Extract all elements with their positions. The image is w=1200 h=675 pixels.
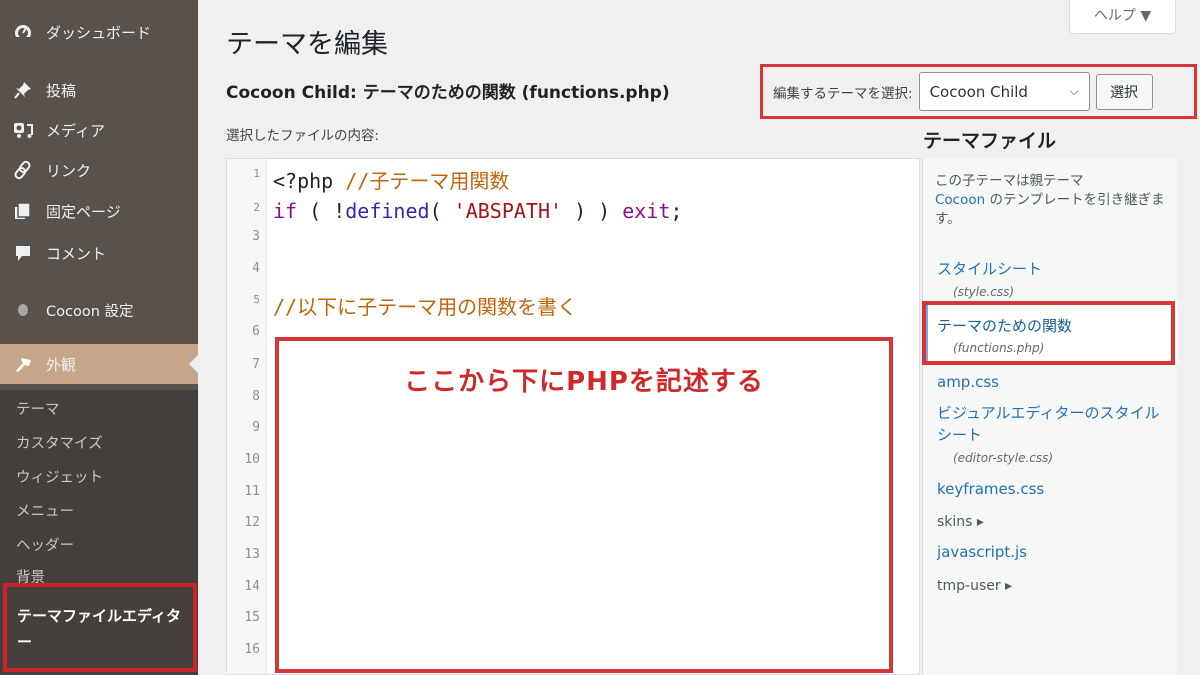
submenu-item-label: テーマファイルエディター [17,607,181,651]
submenu-item-menus[interactable]: メニュー [16,500,74,521]
file-link-javascript-js[interactable]: javascript.js [937,543,1027,561]
code-punct: ) ) [562,199,623,223]
line-number: 13 [244,547,260,562]
line-number: 10 [244,452,260,467]
theme-select-form: 編集するテーマを選択: Cocoon Child ⌵ 選択 [760,64,1197,119]
theme-files-title: テーマファイル [923,130,1057,152]
annotation-text: ここから下にPHPを記述する [404,367,764,397]
line-number: 3 [252,229,260,244]
sidebar-item-label: メディア [46,121,105,140]
theme-select-label: 編集するテーマを選択: [773,85,913,102]
file-heading: Cocoon Child: テーマのための関数 (functions.php) [226,83,670,103]
file-name-label: (style.css) [953,285,1015,299]
comment-icon [12,242,34,264]
current-file-highlight-box [922,301,1175,365]
media-icon [12,119,34,141]
sidebar-item-cocoon-settings[interactable]: Cocoon 設定 [0,292,198,328]
submenu-item-header[interactable]: ヘッダー [16,534,74,555]
line-number-gutter: 1 2 3 4 5 6 7 8 9 10 11 12 13 14 15 16 [227,159,267,674]
line-number: 15 [244,610,260,625]
sidebar-item-posts[interactable]: 投稿 [0,72,198,108]
active-indicator-arrow [189,355,198,373]
select-theme-button-label: 選択 [1110,84,1139,101]
submenu-item-widgets[interactable]: ウィジェット [16,466,103,487]
line-number: 1 [253,167,260,180]
sidebar-item-dashboard[interactable]: ダッシュボード [0,14,198,50]
sidebar-item-label: 投稿 [46,81,77,100]
file-link-editor-style-css[interactable]: ビジュアルエディターのスタイルシート [937,402,1173,446]
line-number: 7 [252,357,260,372]
code-punct: ( [429,199,454,223]
sidebar-item-label: 外観 [46,355,77,374]
line-number: 4 [252,261,260,276]
dashboard-icon [12,21,34,43]
chevron-down-icon: ⌵ [1069,84,1079,98]
sidebar-item-label: 固定ページ [46,202,121,221]
help-button-label: ヘルプ ▼ [1093,8,1152,24]
submenu-item-theme-file-editor[interactable]: テーマファイルエディター [3,583,197,672]
theme-select-dropdown[interactable]: Cocoon Child ⌵ [918,72,1090,111]
select-theme-button[interactable]: 選択 [1095,73,1153,110]
code-comment: //子テーマ用関数 [345,169,510,193]
pin-icon [12,79,34,101]
theme-select-value: Cocoon Child [929,82,1028,101]
code-line-5: //以下に子テーマ用の関数を書く [273,291,577,320]
sidebar-item-links[interactable]: リンク [0,152,198,188]
code-keyword: if [273,199,298,223]
file-name-label: (editor-style.css) [953,451,1054,465]
sidebar-item-label: コメント [46,244,107,263]
submenu-item-themes[interactable]: テーマ [16,398,60,419]
cocoon-icon [12,299,34,321]
line-number: 5 [253,293,260,306]
line-number: 11 [244,484,260,499]
link-icon [12,159,34,181]
line-number: 6 [252,324,260,339]
sidebar-item-media[interactable]: メディア [0,112,198,148]
code-keyword: exit [622,199,671,223]
code-line-1: <?php //子テーマ用関数 [273,165,509,194]
help-button[interactable]: ヘルプ ▼ [1069,0,1176,34]
file-content-label: 選択したファイルの内容: [226,128,380,144]
code-function: defined [345,199,430,223]
code-editor[interactable]: 1 2 3 4 5 6 7 8 9 10 11 12 13 14 15 16 <… [226,158,920,675]
folder-toggle-skins[interactable]: skins ▸ [937,514,984,530]
child-theme-description: この子テーマは親テーマ Cocoon のテンプレートを引き継ぎます。 [935,172,1165,229]
annotation-box: ここから下にPHPを記述する [275,337,893,673]
parent-theme-link[interactable]: Cocoon [935,192,985,208]
code-php-open: <?php [273,169,346,193]
appearance-icon [12,353,34,375]
folder-toggle-tmp-user[interactable]: tmp-user ▸ [937,578,1012,594]
page-title: テーマを編集 [226,29,388,60]
file-link-keyframes-css[interactable]: keyframes.css [937,480,1044,498]
sidebar-item-pages[interactable]: 固定ページ [0,193,198,229]
code-string: 'ABSPATH' [453,199,563,223]
submenu-item-customize[interactable]: カスタマイズ [16,432,103,453]
file-link-style-css[interactable]: スタイルシート [937,258,1042,279]
line-number: 16 [244,642,260,657]
code-punct: ; [670,199,683,223]
pages-icon [12,200,34,222]
file-link-amp-css[interactable]: amp.css [937,373,999,391]
sidebar-item-comments[interactable]: コメント [0,235,198,271]
line-number: 12 [244,515,260,530]
code-punct: ( ! [297,199,346,223]
sidebar-item-label: ダッシュボード [46,23,152,42]
sidebar-item-label: リンク [46,161,92,180]
sidebar-item-label: Cocoon 設定 [46,303,134,320]
line-number: 8 [252,389,260,404]
line-number: 14 [244,579,260,594]
admin-sidebar: ダッシュボード 投稿 メディア リンク 固定ページ コメント Cocoon 設定… [0,0,198,675]
code-line-2: if ( !defined( 'ABSPATH' ) ) exit; [273,199,682,223]
description-text: この子テーマは親テーマ [935,173,1084,189]
line-number: 9 [252,420,260,435]
sidebar-item-appearance[interactable]: 外観 [0,344,198,384]
code-comment: //以下に子テーマ用の関数を書く [273,295,578,319]
theme-files-panel: この子テーマは親テーマ Cocoon のテンプレートを引き継ぎます。 スタイルシ… [922,158,1178,675]
line-number: 2 [253,201,260,214]
